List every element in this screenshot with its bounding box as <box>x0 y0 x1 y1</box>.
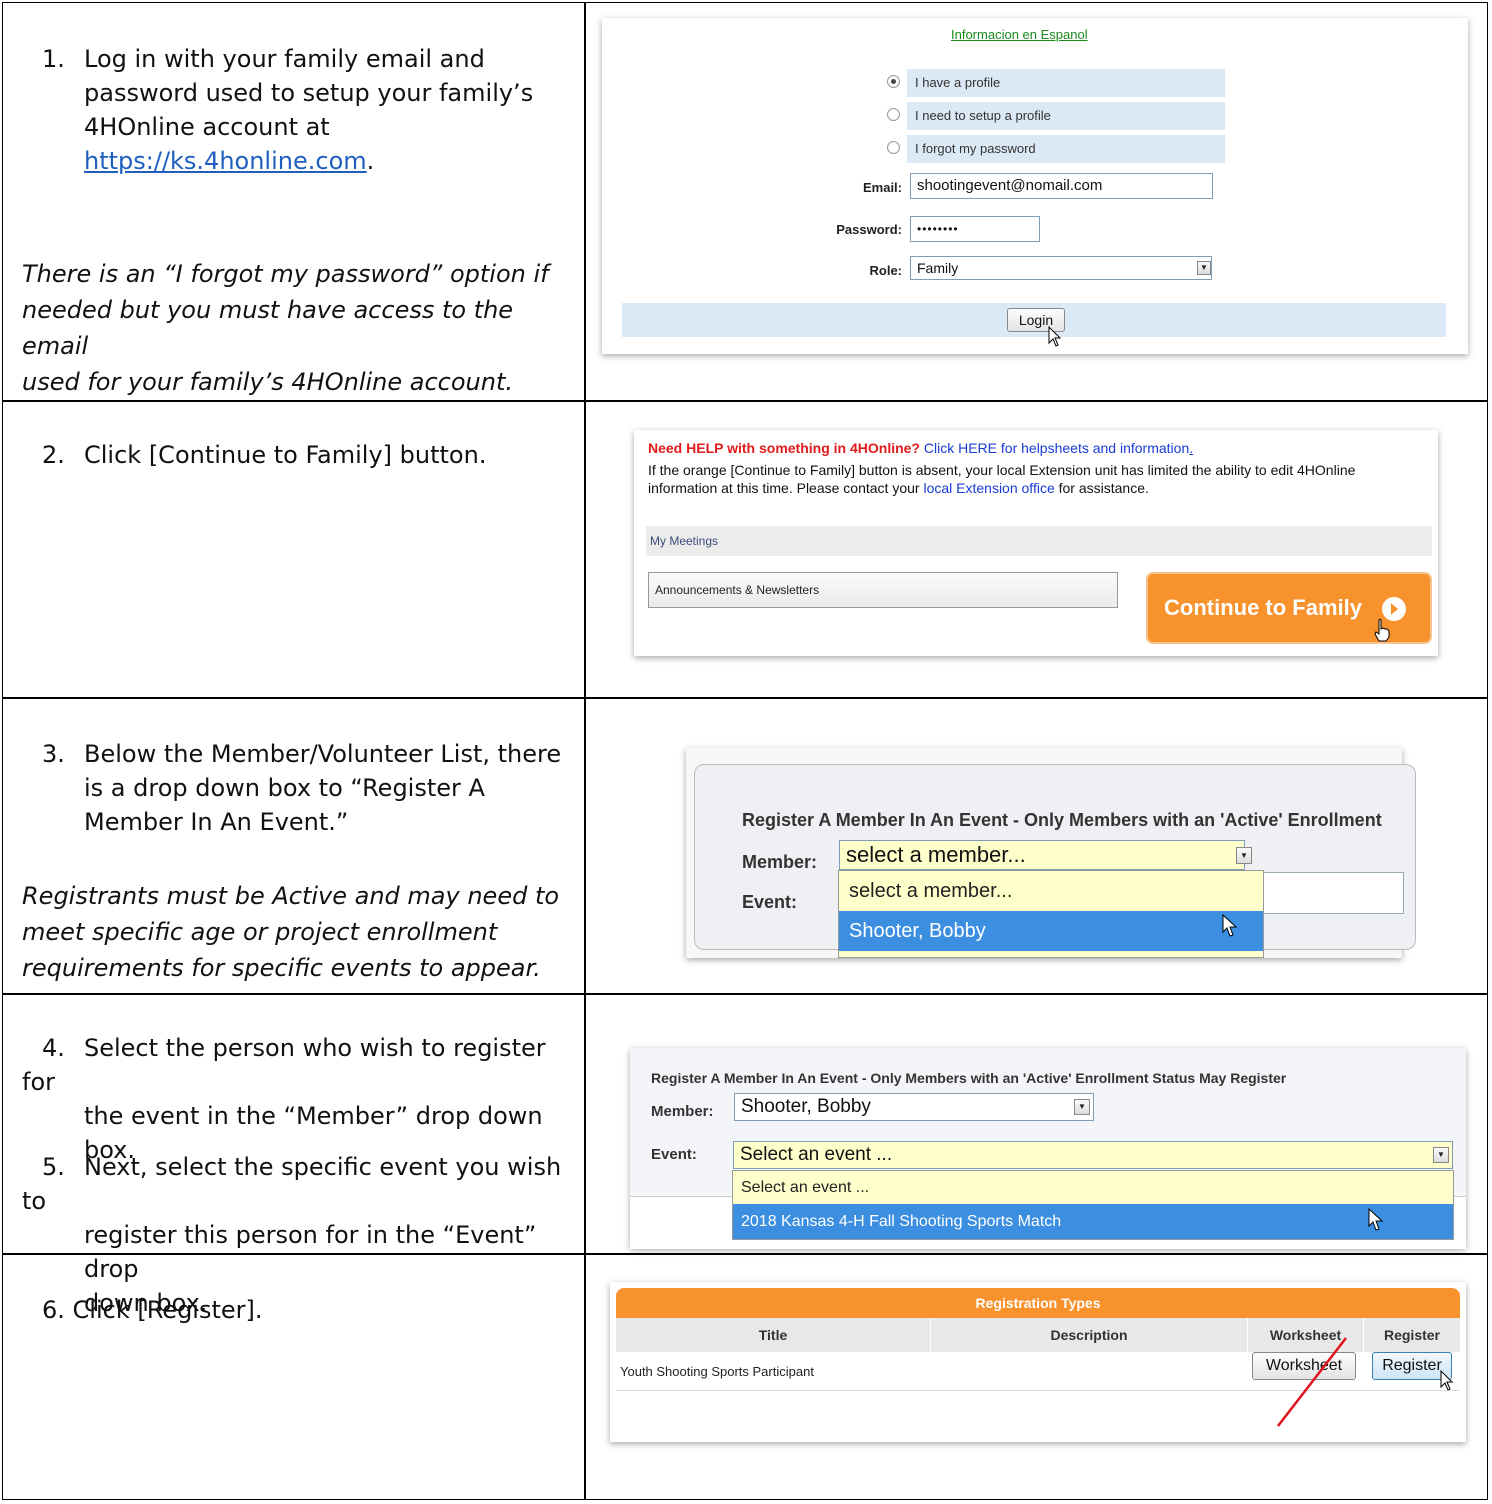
register-member-screenshot: Register A Member In An Event - Only Mem… <box>686 748 1416 958</box>
member-label: Member: <box>742 852 818 872</box>
radio-button[interactable] <box>887 75 900 88</box>
column-divider <box>584 3 586 1499</box>
role-select[interactable]: Family <box>910 256 1212 280</box>
notice-text: If the orange [Continue to Family] butto… <box>648 462 1356 496</box>
email-input[interactable]: shootingevent@nomail.com <box>910 173 1213 199</box>
column-header: Description <box>931 1318 1248 1352</box>
step-1-text: 1. Log in with your family email and pass… <box>42 45 534 175</box>
event-label: Event: <box>742 892 798 912</box>
step-3-note: Registrants must be Active and may need … <box>22 882 560 982</box>
mouse-pointer-icon <box>1368 1208 1384 1231</box>
radio-button[interactable] <box>887 141 900 154</box>
dropdown-option[interactable]: Select an event ... <box>733 1171 1453 1204</box>
event-label: Event: <box>651 1146 697 1163</box>
chevron-down-icon[interactable]: ▼ <box>1074 1099 1090 1115</box>
step-6-text: 6. Click [Register]. <box>42 1296 263 1324</box>
chevron-down-icon[interactable]: ▼ <box>1236 847 1252 864</box>
radio-button[interactable] <box>887 108 900 121</box>
dropdown-option-selected[interactable]: 2018 Kansas 4-H Fall Shooting Sports Mat… <box>733 1204 1453 1239</box>
member-select[interactable]: Shooter, Bobby <box>734 1093 1094 1121</box>
step-4-text: 4. Select the person who wish to register… <box>22 1034 546 1164</box>
continue-to-family-button[interactable]: Continue to Family <box>1148 574 1430 642</box>
step-3-text: 3. Below the Member/Volunteer List, there… <box>42 740 562 836</box>
extension-office-link[interactable]: local Extension office <box>923 480 1054 496</box>
row-divider <box>3 697 1487 699</box>
chevron-down-icon[interactable]: ▼ <box>1433 1147 1449 1163</box>
dropdown-option[interactable]: select a member... <box>839 871 1263 911</box>
helpsheets-link[interactable]: Click HERE for helpsheets and informatio… <box>924 440 1189 456</box>
step-1-note: There is an “I forgot my password” optio… <box>22 260 549 396</box>
member-label: Member: <box>651 1103 714 1120</box>
hand-pointer-icon <box>1374 619 1390 642</box>
register-heading: Register A Member In An Event - Only Mem… <box>651 1070 1287 1086</box>
member-dropdown-list: select a member... Shooter, Bobby <box>838 870 1264 958</box>
email-label: Email: <box>862 180 902 195</box>
dropdown-option-selected[interactable]: Shooter, Bobby <box>839 911 1263 951</box>
step-2-text: 2. Click [Continue to Family] button. <box>42 441 487 469</box>
role-label: Role: <box>869 263 903 278</box>
event-select[interactable] <box>1260 872 1404 914</box>
event-select[interactable]: Select an event ... <box>733 1141 1453 1169</box>
mouse-pointer-icon <box>1440 1370 1454 1391</box>
row-divider <box>3 993 1487 995</box>
4honline-link[interactable]: https://ks.4honline.com <box>84 147 367 175</box>
password-input[interactable]: •••••••• <box>910 216 1040 242</box>
announcements-tab[interactable]: Announcements & Newsletters <box>648 572 1118 608</box>
home-screenshot: Need HELP with something in 4HOnline? Cl… <box>634 430 1438 656</box>
help-line: Need HELP with something in 4HOnline? Cl… <box>648 440 1194 456</box>
password-label: Password: <box>836 222 902 237</box>
login-screenshot: Informacion en Espanol I have a profile … <box>602 18 1468 354</box>
row-divider <box>3 400 1487 402</box>
registration-types-screenshot: Registration Types Title Description Wor… <box>610 1282 1466 1442</box>
mouse-pointer-icon <box>1222 914 1238 937</box>
column-header: Title <box>616 1318 931 1352</box>
event-dropdown-list: Select an event ... 2018 Kansas 4-H Fall… <box>732 1170 1454 1240</box>
member-select[interactable]: select a member... <box>839 840 1245 870</box>
spanish-link[interactable]: Informacion en Espanol <box>951 27 1088 42</box>
register-event-screenshot: Register A Member In An Event - Only Mem… <box>630 1048 1466 1249</box>
register-heading: Register A Member In An Event - Only Mem… <box>742 810 1382 830</box>
column-header: Register <box>1383 1327 1441 1343</box>
mouse-pointer-icon <box>1048 326 1062 347</box>
strikethrough-mark <box>1277 1337 1347 1427</box>
chevron-down-icon[interactable]: ▼ <box>1197 261 1211 275</box>
my-meetings-bar[interactable]: My Meetings <box>646 526 1432 556</box>
registration-types-title: Registration Types <box>616 1288 1460 1318</box>
